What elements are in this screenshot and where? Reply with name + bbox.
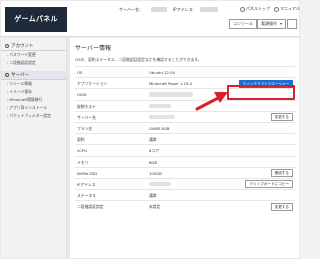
sidebar-item-2fa[interactable]: ›二段階認証設定 [1,59,66,67]
table-row-virtual-host: 仮想ホスト [75,99,295,111]
table-row-status: ステータス 通常 [75,189,295,200]
chevron-down-icon: ▾ [280,21,283,26]
uuid-redacted [149,92,193,97]
table-row-memory: メモリ 8GB [75,155,295,167]
table-row-ssd: NVMe SSD 100GB 確認する [75,166,295,178]
ip-address-label: IPアドレス： [173,7,197,12]
table-row-ip-address: IPアドレス クリップボードにコピー [75,177,295,189]
page-title: サーバー情報 [75,45,111,52]
user-icon [5,43,9,48]
manual-link[interactable]: マニュアル [274,6,300,12]
home-icon [240,6,245,12]
ip-address-value-redacted [149,181,171,187]
server-name-value-redacted [149,114,175,120]
main-panel: サーバー情報 OSの、契約ステータス、二段階認証設定などを確認することができます… [70,38,299,258]
server-name-redacted [151,7,167,12]
table-row-contract: 契約 通常 [75,133,295,144]
table-row-plan: プラン名 GAME 8GB [75,121,295,133]
sidebar-item-minecraft-migration[interactable]: ›Minecraft環境移行 [1,96,66,104]
server-icon [5,72,9,77]
table-row-vcpu: vCPU 6コア [75,144,295,155]
power-apply-button[interactable] [287,19,297,29]
sidebar-item-image[interactable]: ›イメージ保存 [1,88,66,96]
app-header: ゲームパネル サーバー名： IPアドレス： パネルトップ マニュアル コンソール… [1,1,300,37]
copy-ip-button[interactable]: クリップボードにコピー [245,180,293,189]
virtual-host-redacted [149,103,171,109]
change-2fa-button[interactable]: 変更する [270,202,293,211]
sidebar-item-packet-filter[interactable]: ›パケットフィルター設定 [1,112,66,120]
sidebar-heading-server[interactable]: サーバー [1,71,66,80]
table-row-os: OS Ubuntu 22.04 [75,66,295,77]
server-name-label: サーバー名： [119,7,143,12]
help-icon [274,6,279,12]
sidebar-item-app-reinstall[interactable]: ›アプリ再インストール [1,104,66,112]
sidebar-heading-account[interactable]: アカウント [1,42,66,51]
sidebar-item-password[interactable]: ›パスワード変更 [1,51,66,59]
power-select[interactable]: 電源操作 ▾ [257,19,287,29]
console-button[interactable]: コンソール [229,19,257,29]
page-description: OSの、契約ステータス、二段階認証設定などを確認することができます。 [75,57,202,62]
check-ssd-button[interactable]: 確認する [270,169,293,178]
sidebar-item-resource[interactable]: ›リソース情報 [1,80,66,88]
table-row-2fa: 二段階認証設定 未設定 変更する [75,200,295,211]
sidebar: アカウント ›パスワード変更 ›二段階認証設定 サーバー ›リソース情報 ›イメ… [1,38,67,258]
highlight-box [227,85,295,100]
app-logo[interactable]: ゲームパネル [5,7,67,32]
table-row-server-name: サーバー名 変更する [75,110,295,122]
ip-address-redacted [200,7,218,12]
change-server-name-button[interactable]: 変更する [270,113,293,122]
panel-top-link[interactable]: パネルトップ [240,6,270,12]
